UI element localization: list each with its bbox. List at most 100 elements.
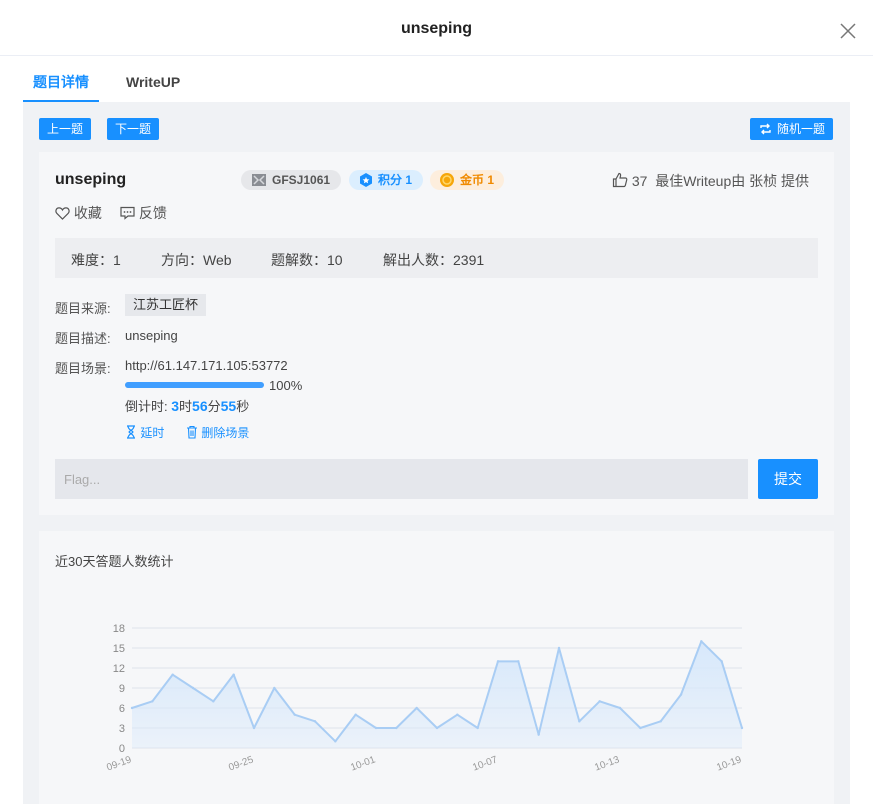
prev-challenge-button[interactable]: 上一题 <box>39 118 92 140</box>
score-value: 积分 1 <box>378 173 413 187</box>
data-point <box>151 700 154 703</box>
data-point <box>212 700 215 703</box>
scene-url[interactable]: http://61.147.171.105:53772 <box>125 358 288 373</box>
source-tag: 江苏工匠杯 <box>125 294 207 316</box>
close-icon[interactable] <box>838 21 858 41</box>
x-tick-label: 10-19 <box>715 754 743 773</box>
data-point <box>395 726 398 730</box>
data-point <box>517 660 520 663</box>
challenge-title: unseping <box>55 171 127 188</box>
heart-icon <box>55 207 70 220</box>
y-tick-label: 18 <box>113 623 125 635</box>
scene-label: 题目场景: <box>55 361 111 376</box>
thumbs-up-icon[interactable] <box>612 172 628 188</box>
data-point <box>374 726 378 730</box>
countdown-minutes: 56 <box>192 398 208 414</box>
countdown-seconds: 55 <box>220 398 237 414</box>
data-point <box>293 713 296 716</box>
countdown-prefix: 倒计时: <box>125 399 172 414</box>
scene-progress-fill <box>125 382 264 388</box>
difficulty-stat: 难度：1 <box>71 252 121 268</box>
shuffle-icon <box>760 123 771 135</box>
data-point <box>578 720 581 723</box>
data-point <box>435 726 439 730</box>
gold-badge: 金币 1 <box>430 170 504 190</box>
y-tick-label: 12 <box>113 663 125 675</box>
delete-scene-label: 删除场景 <box>201 426 250 440</box>
data-point <box>700 640 703 643</box>
y-tick-label: 0 <box>119 743 125 755</box>
x-tick-label: 09-25 <box>227 754 255 773</box>
data-point <box>679 693 683 696</box>
data-point <box>191 686 195 690</box>
flag-input[interactable] <box>55 459 748 499</box>
direction-stat: 方向：Web <box>161 252 232 268</box>
submit-flag-button[interactable]: 提交 <box>758 459 818 499</box>
data-point <box>313 720 317 723</box>
data-point <box>252 726 256 730</box>
description-label: 题目描述: <box>55 331 111 346</box>
x-tick-label: 10-01 <box>349 754 377 773</box>
data-point <box>130 706 134 710</box>
data-point <box>537 733 540 736</box>
data-point <box>496 660 500 663</box>
chart-title: 近30天答题人数统计 <box>55 554 174 569</box>
data-point <box>476 726 479 730</box>
countdown-hour-unit: 时 <box>179 399 193 414</box>
feedback-button[interactable]: 反馈 <box>120 203 167 223</box>
extend-time-label: 延时 <box>140 426 165 440</box>
countdown-second-unit: 秒 <box>236 399 250 414</box>
data-point <box>598 700 601 703</box>
random-challenge-button[interactable]: 随机一题 <box>750 118 834 140</box>
source-label: 题目来源: <box>55 301 111 316</box>
coin-icon <box>440 173 454 187</box>
countdown: 倒计时: 3时56分55秒 <box>125 396 249 415</box>
scene-progress-label: 100% <box>269 378 303 393</box>
challenge-card: unseping GFSJ1061 积分 1 金币 1 37 最佳Writeup… <box>39 152 834 515</box>
y-tick-label: 9 <box>119 683 125 695</box>
modal-header: unseping <box>0 0 873 56</box>
countdown-hours: 3 <box>171 398 180 414</box>
delete-scene-button[interactable]: 删除场景 <box>186 424 249 441</box>
data-point <box>659 720 662 723</box>
answer-count-chart: 0 3 6 9 12 15 18 09-19 09-25 10-01 10-07 10-13 10-19 <box>105 623 744 774</box>
y-tick-label: 3 <box>119 723 125 735</box>
tab-challenge-details[interactable]: 题目详情 <box>23 64 99 102</box>
data-point <box>415 706 418 710</box>
data-point <box>273 686 276 690</box>
data-point <box>354 713 357 716</box>
favorite-button[interactable]: 收藏 <box>55 203 102 223</box>
favorite-label: 收藏 <box>73 205 102 221</box>
data-point <box>639 726 642 730</box>
data-point <box>171 673 174 676</box>
data-point <box>334 740 337 743</box>
extend-time-button[interactable]: 延时 <box>125 424 164 441</box>
challenge-id: GFSJ1061 <box>272 173 331 187</box>
y-tick-label: 6 <box>119 703 125 715</box>
data-point <box>557 646 561 650</box>
stats-bar: 难度：1 方向：Web 题解数：10 解出人数：2391 <box>55 238 818 278</box>
writeup-credit: 最佳Writeup由 张桢 提供 <box>655 173 810 189</box>
hourglass-icon <box>127 425 135 439</box>
feedback-icon <box>120 206 135 220</box>
challenge-id-badge: GFSJ1061 <box>241 170 341 190</box>
solvers-stat: 解出人数：2391 <box>383 252 485 268</box>
x-tick-label: 10-13 <box>593 754 621 773</box>
trash-icon <box>187 425 197 439</box>
data-point <box>720 660 723 663</box>
challenge-id-icon <box>252 174 266 186</box>
writeups-stat: 题解数：10 <box>271 252 343 268</box>
data-point <box>740 726 744 730</box>
data-point <box>232 673 235 676</box>
series-area <box>132 641 742 748</box>
likes-count: 37 <box>631 173 648 189</box>
feedback-label: 反馈 <box>138 205 167 221</box>
data-point <box>456 713 459 716</box>
countdown-minute-unit: 分 <box>207 399 221 414</box>
next-challenge-button[interactable]: 下一题 <box>107 118 160 140</box>
modal-title: unseping <box>400 20 473 37</box>
scene-progress-bar <box>125 382 264 388</box>
tab-writeup[interactable]: WriteUP <box>126 64 180 102</box>
gold-value: 金币 1 <box>460 173 495 187</box>
data-point <box>618 706 622 710</box>
